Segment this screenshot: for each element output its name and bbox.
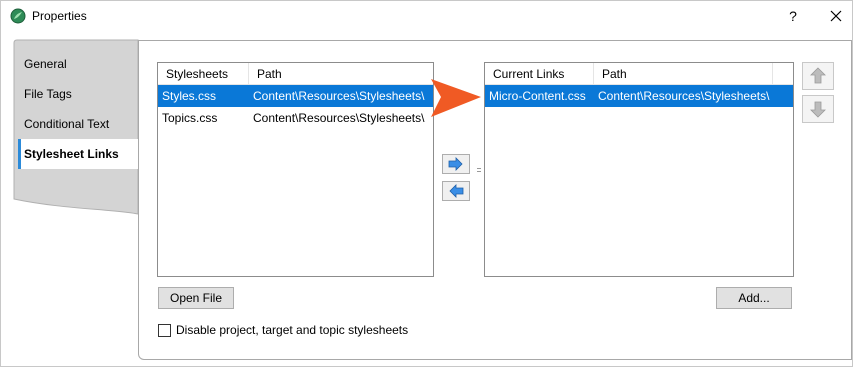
disable-stylesheets-checkbox[interactable] bbox=[158, 324, 171, 337]
move-down-button[interactable] bbox=[802, 95, 834, 123]
list-item[interactable]: Styles.css Content\Resources\Stylesheets… bbox=[158, 85, 433, 107]
tab-conditional-text-label: Conditional Text bbox=[24, 117, 110, 131]
splitter-grip[interactable] bbox=[476, 167, 482, 175]
column-header-path[interactable]: Path bbox=[594, 63, 773, 85]
close-button[interactable] bbox=[824, 4, 848, 28]
remove-link-button[interactable] bbox=[442, 181, 470, 201]
add-button[interactable]: Add... bbox=[716, 287, 792, 309]
app-logo-icon bbox=[10, 8, 26, 24]
arrow-left-icon bbox=[449, 184, 464, 198]
add-link-button[interactable] bbox=[442, 154, 470, 174]
tab-file-tags-label: File Tags bbox=[24, 87, 72, 101]
link-name: Micro-Content.css bbox=[489, 89, 586, 103]
tab-stylesheet-links[interactable]: Stylesheet Links bbox=[18, 139, 139, 169]
callout-arrow-icon bbox=[431, 79, 481, 117]
properties-dialog: Properties ? General File Tags Condition… bbox=[0, 0, 853, 367]
column-header-current-links[interactable]: Current Links bbox=[485, 63, 594, 85]
title-bar: Properties ? bbox=[1, 1, 852, 31]
link-path: Content\Resources\Stylesheets\ bbox=[598, 89, 770, 103]
column-header-path[interactable]: Path bbox=[249, 63, 433, 85]
stylesheets-list[interactable]: Stylesheets Path Styles.css Content\Reso… bbox=[157, 62, 434, 277]
disable-stylesheets-label: Disable project, target and topic styles… bbox=[176, 323, 409, 337]
move-up-button[interactable] bbox=[802, 62, 834, 90]
stylesheet-path: Content\Resources\Stylesheets\ bbox=[253, 111, 425, 125]
tab-file-tags[interactable]: File Tags bbox=[18, 79, 138, 109]
arrow-right-icon bbox=[448, 157, 463, 171]
arrow-up-icon bbox=[810, 67, 826, 84]
close-icon bbox=[830, 10, 842, 22]
window-title: Properties bbox=[32, 9, 87, 23]
tab-general[interactable]: General bbox=[18, 49, 138, 79]
list-item[interactable]: Topics.css Content\Resources\Stylesheets… bbox=[158, 107, 433, 129]
stylesheet-name: Styles.css bbox=[162, 89, 217, 103]
list-item[interactable]: Micro-Content.css Content\Resources\Styl… bbox=[485, 85, 793, 107]
help-button[interactable]: ? bbox=[781, 4, 805, 28]
column-header-stylesheets[interactable]: Stylesheets bbox=[158, 63, 249, 85]
tab-general-label: General bbox=[24, 57, 67, 71]
tab-stylesheet-links-label: Stylesheet Links bbox=[24, 147, 119, 161]
stylesheets-list-header: Stylesheets Path bbox=[158, 63, 433, 85]
tab-conditional-text[interactable]: Conditional Text bbox=[18, 109, 138, 139]
stylesheet-path: Content\Resources\Stylesheets\ bbox=[253, 89, 425, 103]
open-file-button[interactable]: Open File bbox=[158, 287, 234, 309]
stylesheet-name: Topics.css bbox=[162, 111, 218, 125]
arrow-down-icon bbox=[810, 101, 826, 118]
current-links-list[interactable]: Current Links Path Micro-Content.css Con… bbox=[484, 62, 794, 277]
current-links-list-header: Current Links Path bbox=[485, 63, 793, 85]
